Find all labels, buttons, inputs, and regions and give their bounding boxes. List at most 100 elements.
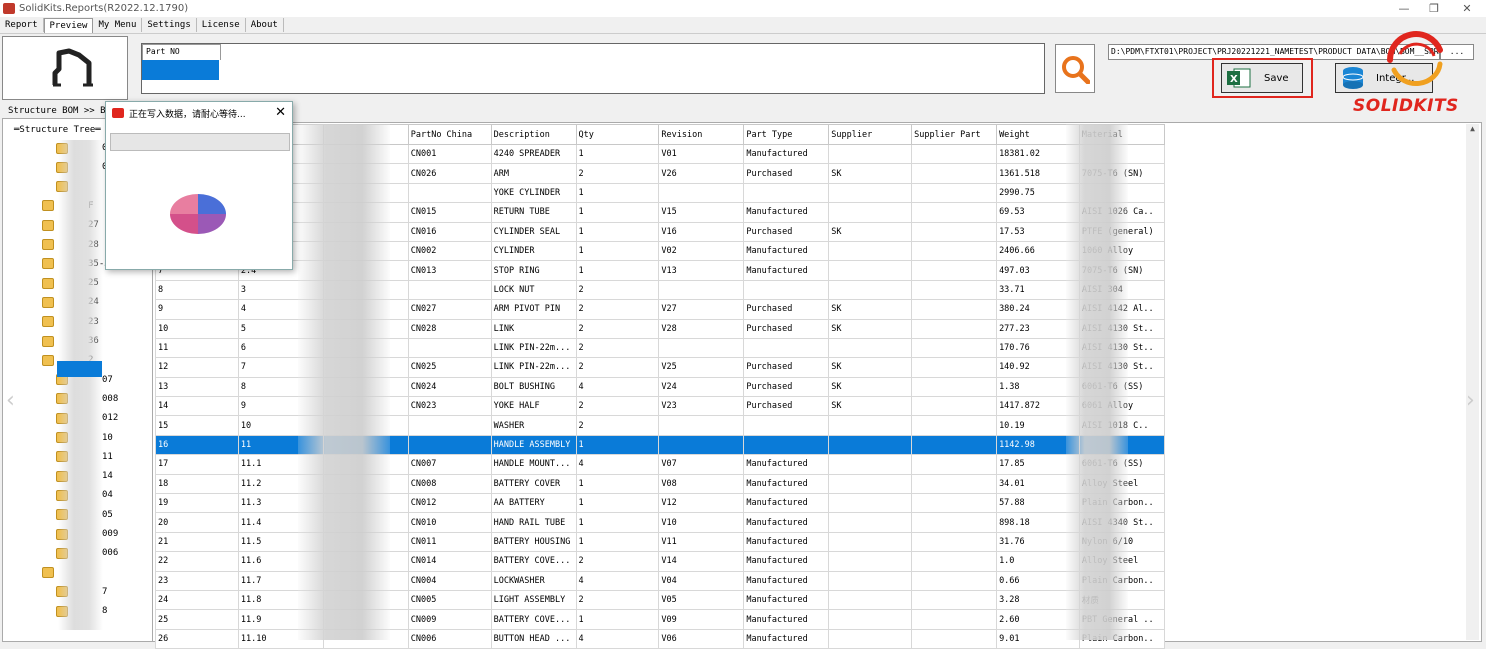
table-cell: V28: [658, 318, 745, 339]
table-cell: 1: [575, 434, 660, 456]
table-cell: CN002: [407, 240, 492, 262]
table-cell: 1: [575, 143, 660, 165]
table-cell: CN026: [407, 163, 492, 184]
restore-button[interactable]: ❐: [1419, 0, 1449, 17]
table-cell: V01: [658, 143, 745, 165]
column-header[interactable]: PartNo China: [407, 124, 492, 145]
menu-item-license[interactable]: License: [197, 18, 246, 32]
menu-item-report[interactable]: Report: [0, 18, 44, 32]
table-cell: 4: [575, 570, 660, 591]
table-cell: Purchased: [743, 318, 830, 339]
table-cell: [911, 493, 998, 514]
table-cell: [658, 337, 745, 359]
table-cell: AA BATTERY: [490, 493, 577, 514]
dialog-title: 正在写入数据，请耐心等待...: [129, 109, 246, 120]
table-cell: [828, 454, 913, 475]
table-cell: Manufactured: [743, 240, 830, 262]
dialog-titlebar: 正在写入数据，请耐心等待...: [106, 102, 292, 124]
part-node-icon: [42, 219, 54, 231]
part-node-icon: [42, 200, 54, 212]
scroll-up-icon[interactable]: ▲: [1466, 124, 1479, 133]
tree-node-label: 006: [102, 548, 119, 559]
table-cell: CN008: [407, 473, 492, 495]
table-cell: 20: [155, 512, 239, 533]
table-cell: 21: [155, 531, 239, 553]
column-header[interactable]: Part Type: [743, 124, 830, 145]
table-cell: 2: [575, 318, 660, 339]
table-cell: HANDLE MOUNT...: [490, 454, 577, 475]
table-cell: V04: [658, 570, 745, 591]
menu-item-about[interactable]: About: [246, 18, 284, 32]
table-cell: V25: [658, 357, 745, 378]
close-window-button[interactable]: ✕: [1452, 0, 1482, 17]
menu-item-settings[interactable]: Settings: [142, 18, 197, 32]
partno-label: Part NO: [146, 47, 180, 56]
progress-dialog: 正在写入数据，请耐心等待... ✕: [105, 101, 293, 270]
table-cell: CN011: [407, 531, 492, 553]
table-cell: SK: [828, 318, 913, 339]
column-header[interactable]: Supplier: [828, 124, 913, 145]
table-cell: [743, 415, 830, 436]
table-cell: [911, 589, 998, 611]
table-cell: 2: [575, 163, 660, 184]
table-cell: [658, 182, 745, 204]
table-cell: CN024: [407, 376, 492, 398]
table-cell: Manufactured: [743, 609, 830, 630]
next-arrow-icon[interactable]: ›: [1466, 388, 1475, 413]
table-cell: V23: [658, 396, 745, 417]
table-cell: 1: [575, 240, 660, 262]
column-header[interactable]: Revision: [658, 124, 745, 145]
menu-item-my-menu[interactable]: My Menu: [93, 18, 143, 32]
part-node-icon: [42, 354, 54, 366]
table-cell: [911, 434, 998, 456]
menu-item-preview[interactable]: Preview: [43, 18, 94, 33]
table-cell: LINK PIN-22m...: [490, 357, 577, 378]
database-icon: [1342, 67, 1364, 89]
prev-arrow-icon[interactable]: ‹: [6, 388, 15, 413]
column-header[interactable]: Qty: [575, 124, 660, 145]
table-cell: Manufactured: [743, 202, 830, 223]
table-cell: 2: [575, 415, 660, 436]
table-cell: [911, 221, 998, 242]
table-cell: LOCKWASHER: [490, 570, 577, 591]
table-cell: [828, 531, 913, 553]
table-cell: V10: [658, 512, 745, 533]
table-cell: [407, 415, 492, 436]
table-cell: 4: [575, 376, 660, 398]
column-header[interactable]: Supplier Part: [911, 124, 998, 145]
tree-node-label: 14: [102, 471, 113, 482]
table-cell: BATTERY HOUSING: [490, 531, 577, 553]
table-cell: [911, 240, 998, 262]
table-cell: [828, 570, 913, 591]
table-cell: 16: [155, 434, 239, 456]
table-cell: CN023: [407, 396, 492, 417]
table-cell: [911, 415, 998, 436]
table-cell: 26: [155, 628, 239, 649]
grid-scrollbar[interactable]: ▲: [1466, 124, 1479, 640]
search-icon: [1062, 55, 1090, 84]
table-cell: [828, 279, 913, 301]
table-cell: 4: [575, 628, 660, 649]
title-bar: SolidKits.Reports(R2022.12.1790): [0, 0, 1486, 17]
partno-input[interactable]: [142, 60, 219, 80]
tree-node-label: 008: [102, 393, 119, 404]
column-header[interactable]: Description: [490, 124, 577, 145]
part-node-icon: [42, 277, 54, 289]
table-cell: 4: [575, 454, 660, 475]
search-button[interactable]: [1055, 44, 1095, 93]
table-cell: 1: [575, 473, 660, 495]
table-cell: V06: [658, 628, 745, 649]
table-cell: [911, 628, 998, 649]
table-cell: CN014: [407, 551, 492, 572]
dialog-close-icon[interactable]: ✕: [275, 105, 286, 120]
minimize-button[interactable]: —: [1389, 0, 1419, 17]
table-cell: BOLT BUSHING: [490, 376, 577, 398]
save-button[interactable]: X Save: [1221, 63, 1303, 93]
table-cell: 13: [155, 376, 239, 398]
table-cell: V24: [658, 376, 745, 398]
table-cell: Manufactured: [743, 551, 830, 572]
table-cell: CN027: [407, 299, 492, 320]
table-cell: 2: [575, 299, 660, 320]
table-cell: 22: [155, 551, 239, 572]
table-cell: [911, 182, 998, 204]
